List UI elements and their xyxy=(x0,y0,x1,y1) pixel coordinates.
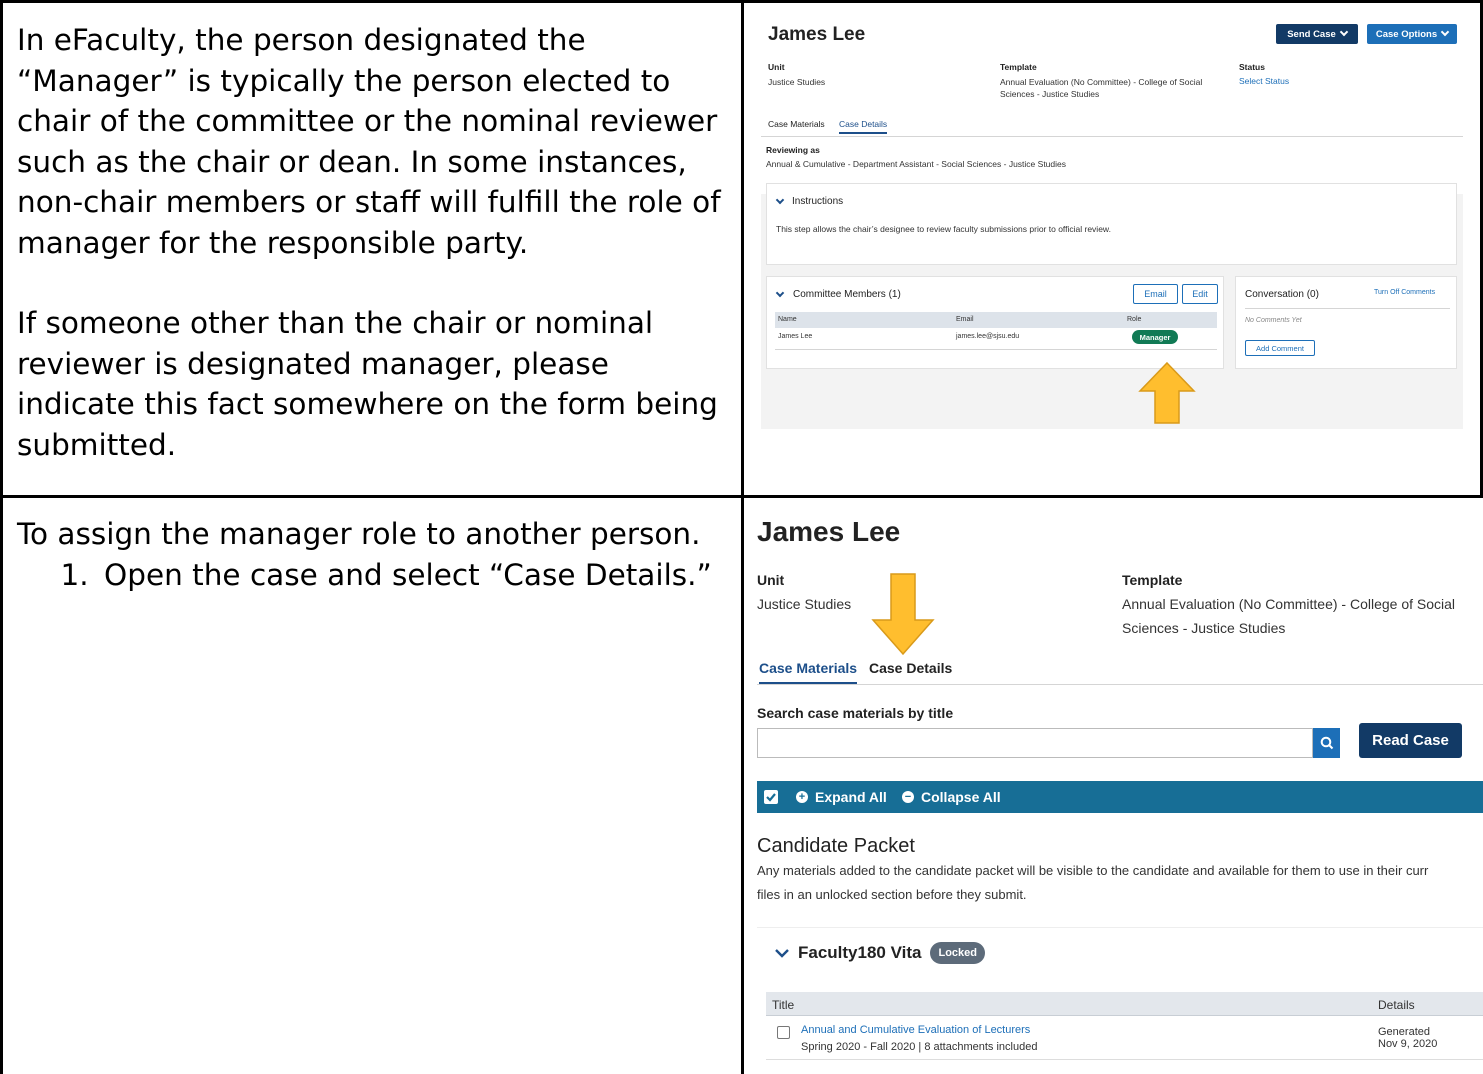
expand-all-button[interactable]: + Expand All xyxy=(796,789,887,805)
turn-off-comments-link[interactable]: Turn Off Comments xyxy=(1374,289,1435,296)
send-case-button[interactable]: Send Case xyxy=(1276,24,1358,44)
minus-circle-icon: − xyxy=(902,791,914,803)
screenshot-case-materials: James Lee Unit Justice Studies Template … xyxy=(757,516,1483,1069)
chevron-down-icon xyxy=(775,949,789,958)
committee-header[interactable]: Committee Members (1) xyxy=(775,288,901,300)
tab-case-details[interactable]: Case Details xyxy=(839,119,888,134)
case-options-button[interactable]: Case Options xyxy=(1367,24,1457,44)
send-case-label: Send Case xyxy=(1287,28,1336,40)
conversation-divider xyxy=(1245,308,1450,309)
template-value-line1: Annual Evaluation (No Committee) - Colle… xyxy=(1000,77,1203,87)
search-button[interactable] xyxy=(1313,728,1340,758)
chevron-down-icon xyxy=(775,288,785,297)
packet-description-line1: Any materials added to the candidate pac… xyxy=(757,863,1429,878)
reviewing-as-label: Reviewing as xyxy=(766,145,820,155)
col-name-header: Name xyxy=(778,316,797,323)
row1-paragraph-1: In eFaculty, the person designated the “… xyxy=(17,23,721,260)
conversation-card: Conversation (0) Turn Off Comments No Co… xyxy=(1235,276,1457,369)
row1-paragraph-2: If someone other than the chair or nomin… xyxy=(17,306,718,462)
row2-intro: To assign the manager role to another pe… xyxy=(17,517,701,551)
manager-role-badge: Manager xyxy=(1132,330,1178,344)
case-title: James Lee xyxy=(768,24,866,45)
tab-divider xyxy=(761,136,1463,137)
col-email-header: Email xyxy=(956,316,974,323)
item-subtitle: Spring 2020 - Fall 2020 | 8 attachments … xyxy=(801,1041,1038,1053)
item-title-link[interactable]: Annual and Cumulative Evaluation of Lect… xyxy=(801,1024,1030,1036)
col-details-header: Details xyxy=(1378,998,1415,1012)
item-checkbox[interactable] xyxy=(777,1026,790,1039)
unit-label: Unit xyxy=(768,62,785,72)
row1-text: In eFaculty, the person designated the “… xyxy=(17,20,733,465)
section-title: Faculty180 Vita xyxy=(798,943,922,962)
add-comment-button[interactable]: Add Comment xyxy=(1245,340,1315,356)
template-value-line2: Sciences - Justice Studies xyxy=(1122,620,1286,636)
item-row-divider xyxy=(766,1059,1483,1060)
unit-value: Justice Studies xyxy=(757,596,852,612)
packet-description-line2: files in an unlocked section before they… xyxy=(757,887,1027,902)
search-label: Search case materials by title xyxy=(757,705,954,721)
member-name: James Lee xyxy=(778,333,813,340)
member-email: james.lee@sjsu.edu xyxy=(956,333,1020,340)
table-divider-vertical xyxy=(741,0,744,1074)
unit-value: Justice Studies xyxy=(768,77,826,87)
instructions-header[interactable]: Instructions xyxy=(775,195,844,207)
arrow-up-icon xyxy=(1138,361,1196,424)
committee-title: Committee Members (1) xyxy=(793,289,901,300)
collapse-all-label: Collapse All xyxy=(921,789,1001,805)
instructions-title: Instructions xyxy=(792,196,844,207)
col-title-header: Title xyxy=(772,998,795,1012)
edit-button[interactable]: Edit xyxy=(1182,284,1218,304)
email-button[interactable]: Email xyxy=(1133,284,1178,304)
template-label: Template xyxy=(1122,572,1183,588)
select-status-link[interactable]: Select Status xyxy=(1239,76,1289,86)
col-role-header: Role xyxy=(1127,316,1142,323)
arrow-down-icon xyxy=(871,573,935,656)
chevron-down-icon xyxy=(1339,27,1349,37)
tab-divider xyxy=(757,684,1483,685)
row2-text: To assign the manager role to another pe… xyxy=(17,514,717,595)
section-header[interactable]: Faculty180 Vita Locked xyxy=(775,942,985,964)
case-options-label: Case Options xyxy=(1375,28,1438,40)
tab-case-materials[interactable]: Case Materials xyxy=(768,119,825,129)
chevron-down-icon xyxy=(1440,27,1450,37)
case-title: James Lee xyxy=(757,516,901,547)
locked-badge: Locked xyxy=(930,942,985,964)
items-table-header xyxy=(766,992,1483,1016)
chevron-down-icon xyxy=(775,195,785,204)
status-label: Status xyxy=(1239,62,1265,72)
collapse-all-button[interactable]: − Collapse All xyxy=(902,789,1001,805)
reviewing-as-value: Annual & Cumulative - Department Assista… xyxy=(766,159,1066,169)
instructions-text: This step allows the chair’s designee to… xyxy=(776,224,1111,234)
committee-card: Committee Members (1) Email Edit Name Em… xyxy=(766,276,1224,369)
read-case-button[interactable]: Read Case xyxy=(1359,723,1462,758)
template-value-line1: Annual Evaluation (No Committee) - Colle… xyxy=(1122,596,1456,612)
no-comments-text: No Comments Yet xyxy=(1245,317,1302,324)
tab-case-details[interactable]: Case Details xyxy=(869,660,952,676)
unit-label: Unit xyxy=(757,572,785,588)
instructions-card: Instructions This step allows the chair’… xyxy=(766,183,1457,265)
item-details-line2: Nov 9, 2020 xyxy=(1378,1038,1438,1050)
tab-case-materials[interactable]: Case Materials xyxy=(759,660,858,685)
step-item: Open the case and select “Case Details.” xyxy=(98,555,717,596)
check-icon xyxy=(766,793,776,802)
template-label: Template xyxy=(1000,62,1037,72)
row2-steps: Open the case and select “Case Details.” xyxy=(17,555,717,596)
expand-all-label: Expand All xyxy=(815,789,887,805)
plus-circle-icon: + xyxy=(796,791,808,803)
conversation-title: Conversation (0) xyxy=(1245,289,1319,300)
screenshot-case-details: James Lee Send Case Case Options Unit Ju… xyxy=(761,16,1463,429)
table-row-divider xyxy=(0,495,1483,498)
table-border-left xyxy=(0,0,3,1074)
committee-table-header xyxy=(775,312,1217,328)
search-input[interactable] xyxy=(757,728,1313,758)
member-row-divider xyxy=(775,349,1217,350)
select-all-checkbox[interactable] xyxy=(764,790,778,804)
candidate-packet-heading: Candidate Packet xyxy=(757,835,915,857)
search-icon xyxy=(1320,736,1333,750)
template-value-line2: Sciences - Justice Studies xyxy=(1000,89,1100,99)
